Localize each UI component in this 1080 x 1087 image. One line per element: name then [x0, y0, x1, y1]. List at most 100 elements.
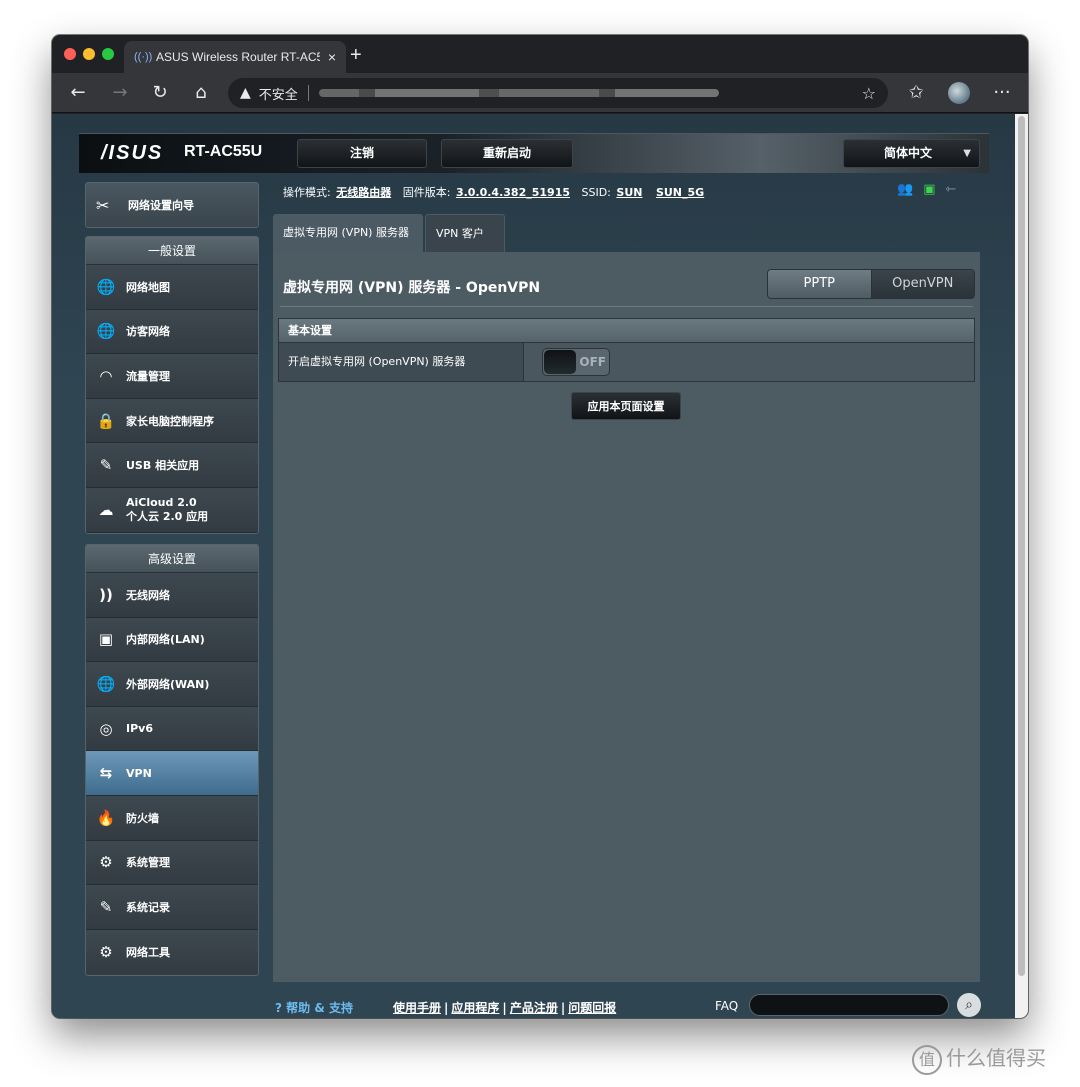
sidebar-item-wireless[interactable]: )) 无线网络 — [86, 573, 258, 618]
close-window-button[interactable] — [64, 48, 76, 60]
log-icon: ✎ — [99, 897, 113, 916]
new-tab-button[interactable]: + — [350, 44, 362, 67]
forward-button[interactable]: → — [106, 79, 134, 107]
vpn-server-panel: 虚拟专用网 (VPN) 服务器 - OpenVPN PPTP OpenVPN 基… — [273, 252, 980, 982]
back-button[interactable]: ← — [64, 79, 92, 107]
page-title: 虚拟专用网 (VPN) 服务器 - OpenVPN — [283, 280, 541, 296]
faq-search-input[interactable] — [749, 994, 949, 1016]
scrollbar[interactable] — [1015, 114, 1028, 1018]
sidebar-item-system-log[interactable]: ✎ 系统记录 — [86, 885, 258, 930]
sidebar-item-traffic-manager[interactable]: ◠ 流量管理 — [86, 354, 258, 399]
feedback-link[interactable]: 问题回报 — [568, 1001, 616, 1015]
globe-icon: 🌐 — [96, 277, 116, 296]
url-text[interactable] — [318, 89, 719, 97]
more-menu-button[interactable]: ··· — [988, 79, 1016, 107]
minimize-window-button[interactable] — [83, 48, 95, 60]
help-support-link[interactable]: ? 帮助 & 支持 — [275, 999, 353, 1016]
sidebar-item-guest-network[interactable]: 🌐 访客网络 — [86, 309, 258, 355]
pptp-segment[interactable]: PPTP — [768, 270, 871, 298]
general-settings-group: 一般设置 🌐 网络地图 🌐 访客网络 ◠ 流量管理 🔒 家长电脑控制程序 ✎ U… — [85, 236, 259, 534]
reload-button[interactable]: ↻ — [146, 79, 174, 107]
close-tab-icon[interactable]: × — [328, 49, 336, 65]
collections-icon[interactable]: ✩ — [902, 79, 930, 107]
sidebar-item-lan[interactable]: ▣ 内部网络(LAN) — [86, 617, 258, 663]
faq-label: FAQ — [715, 999, 739, 1013]
wizard-icon: ✂ — [96, 195, 110, 215]
footer: ? 帮助 & 支持 使用手册 | 应用程序 | 产品注册 | 问题回报 FAQ ⌕ — [273, 993, 983, 1018]
ssid-link-1[interactable]: SUN — [616, 186, 642, 199]
insecure-label: 不安全 — [258, 87, 298, 103]
model-name: RT-AC55U — [184, 143, 263, 160]
wan-globe-icon: 🌐 — [96, 674, 116, 693]
browser-tab[interactable]: ((·)) ASUS Wireless Router RT-AC55 × — [124, 41, 346, 73]
ipv6-icon: ◎ — [99, 719, 113, 738]
router-header: /ISUS RT-AC55U 注销 重新启动 简体中文 ▼ — [79, 133, 989, 173]
clients-icon[interactable]: 👥 — [897, 182, 913, 197]
language-value: 简体中文 — [884, 146, 933, 160]
cloud-icon: ☁ — [98, 500, 114, 519]
page-viewport: /ISUS RT-AC55U 注销 重新启动 简体中文 ▼ ✂ 网络设置向导 一… — [52, 114, 1015, 1018]
asus-logo: /ISUS — [101, 142, 164, 164]
search-icon[interactable]: ⌕ — [957, 993, 981, 1017]
toggle-state: OFF — [579, 355, 606, 369]
utility-link[interactable]: 应用程序 — [451, 1001, 499, 1015]
watermark-logo-icon: 值 — [912, 1044, 942, 1075]
usb-status-icon[interactable]: ⇽ — [945, 182, 956, 197]
status-icons: 👥 ▣ ⇽ — [897, 182, 956, 197]
operation-mode-link[interactable]: 无线路由器 — [336, 186, 391, 199]
favorite-star-icon[interactable]: ☆ — [862, 84, 876, 103]
wifi-icon: )) — [99, 585, 113, 604]
ssid-link-2[interactable]: SUN_5G — [656, 186, 704, 199]
wifi-icon: ((·)) — [134, 51, 153, 63]
tools-gear-icon: ⚙ — [99, 943, 113, 962]
logout-button[interactable]: 注销 — [297, 139, 427, 168]
tab-vpn-server[interactable]: 虚拟专用网 (VPN) 服务器 — [273, 214, 423, 252]
tab-title: ASUS Wireless Router RT-AC55 — [156, 50, 320, 64]
browser-window: ((·)) ASUS Wireless Router RT-AC55 × + ←… — [52, 35, 1028, 1018]
lan-port-icon: ▣ — [98, 630, 114, 649]
scrollbar-thumb[interactable] — [1018, 116, 1025, 976]
sidebar-item-aicloud[interactable]: ☁ AiCloud 2.0 个人云 2.0 应用 — [86, 487, 258, 533]
setup-wizard-button[interactable]: ✂ 网络设置向导 — [85, 182, 259, 228]
sidebar-item-vpn[interactable]: ⇆ VPN — [86, 751, 258, 796]
fire-icon: 🔥 — [96, 808, 116, 827]
manual-link[interactable]: 使用手册 — [393, 1001, 441, 1015]
help-icon: ? — [275, 1001, 282, 1015]
maximize-window-button[interactable] — [102, 48, 114, 60]
sidebar-item-administration[interactable]: ⚙ 系统管理 — [86, 840, 258, 886]
tab-vpn-client[interactable]: VPN 客户端 — [425, 214, 505, 278]
vpn-type-selector: PPTP OpenVPN — [767, 269, 975, 299]
openvpn-segment[interactable]: OpenVPN — [870, 270, 974, 298]
general-settings-title: 一般设置 — [86, 237, 258, 265]
sidebar-item-wan[interactable]: 🌐 外部网络(WAN) — [86, 662, 258, 707]
basic-settings-header: 基本设置 — [279, 319, 974, 343]
basic-settings-table: 基本设置 开启虚拟专用网 (OpenVPN) 服务器 OFF — [278, 318, 975, 382]
sidebar-item-parental-controls[interactable]: 🔒 家长电脑控制程序 — [86, 398, 258, 444]
sidebar-item-firewall[interactable]: 🔥 防火墙 — [86, 795, 258, 841]
sidebar-item-usb-application[interactable]: ✎ USB 相关应用 — [86, 443, 258, 488]
wizard-label: 网络设置向导 — [128, 199, 194, 212]
watermark: 值什么值得买 — [912, 1042, 1046, 1075]
language-select[interactable]: 简体中文 ▼ — [843, 139, 980, 168]
advanced-settings-group: 高级设置 )) 无线网络 ▣ 内部网络(LAN) 🌐 外部网络(WAN) ◎ I… — [85, 544, 259, 976]
tab-strip: ((·)) ASUS Wireless Router RT-AC55 × + — [52, 35, 1028, 73]
warning-icon: ▲ — [240, 85, 251, 101]
network-status-icon[interactable]: ▣ — [923, 182, 935, 197]
apply-button[interactable]: 应用本页面设置 — [571, 392, 681, 420]
reboot-button[interactable]: 重新启动 — [441, 139, 573, 168]
sidebar-item-network-tools[interactable]: ⚙ 网络工具 — [86, 929, 258, 975]
chevron-down-icon: ▼ — [963, 148, 971, 159]
avatar[interactable] — [948, 82, 970, 104]
firmware-version-link[interactable]: 3.0.0.4.382_51915 — [456, 186, 570, 199]
browser-toolbar: ← → ↻ ⌂ ▲ 不安全 ☆ ✩ ··· — [52, 73, 1028, 113]
address-bar[interactable]: ▲ 不安全 ☆ — [228, 78, 888, 108]
sidebar-item-network-map[interactable]: 🌐 网络地图 — [86, 265, 258, 310]
admin-gear-icon: ⚙ — [99, 853, 113, 872]
toggle-knob — [544, 350, 576, 374]
openvpn-toggle[interactable]: OFF — [542, 348, 610, 376]
vpn-icon: ⇆ — [99, 764, 113, 783]
lock-shield-icon: 🔒 — [96, 411, 116, 430]
home-button[interactable]: ⌂ — [187, 79, 215, 107]
registration-link[interactable]: 产品注册 — [510, 1001, 558, 1015]
sidebar-item-ipv6[interactable]: ◎ IPv6 — [86, 706, 258, 752]
